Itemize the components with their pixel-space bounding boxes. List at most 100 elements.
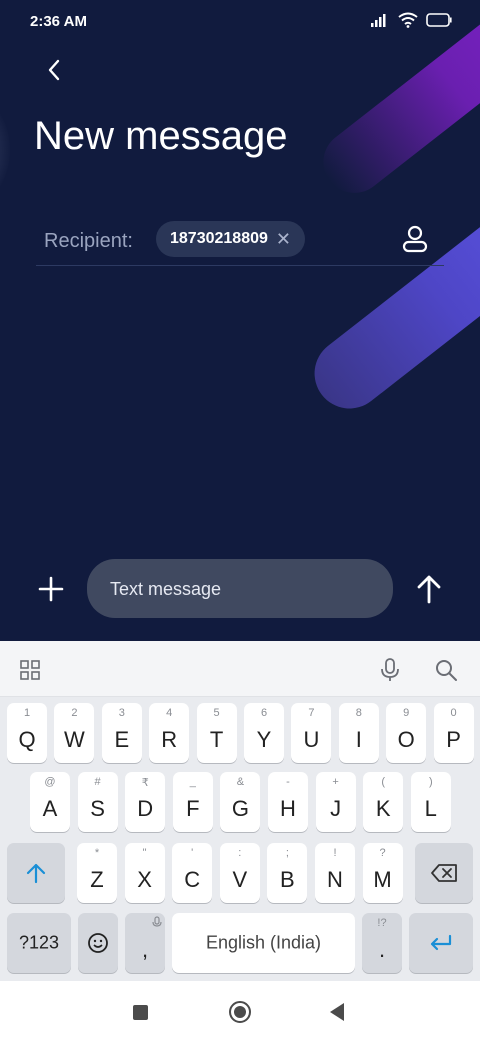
add-attachment-icon[interactable]	[36, 574, 66, 604]
key-hint: 8	[355, 707, 362, 719]
recents-icon[interactable]	[133, 1005, 148, 1020]
key-j[interactable]: + J	[315, 772, 356, 832]
key-hint: #	[94, 776, 101, 788]
key-label: Y	[256, 727, 272, 752]
key-label: J	[330, 796, 342, 821]
key-z[interactable]: * Z	[77, 843, 117, 903]
recipient-chip-number: 18730218809	[170, 230, 268, 247]
message-placeholder: Text message	[110, 579, 222, 599]
key-hint: 2	[71, 707, 78, 719]
back-triangle-icon[interactable]	[330, 1003, 344, 1021]
key-d[interactable]: ₹ D	[125, 772, 166, 832]
key-label: R	[161, 727, 178, 752]
keyboard-toolbar	[0, 641, 480, 697]
key-c[interactable]: ' C	[172, 843, 213, 903]
status-time: 2:36 AM	[30, 13, 87, 30]
key-u[interactable]: 7U	[291, 703, 332, 763]
recipient-chip[interactable]: 18730218809 ✕	[156, 221, 305, 257]
key-label: T	[209, 727, 224, 752]
backspace-icon	[431, 864, 457, 882]
key-v[interactable]: :V	[219, 843, 260, 903]
key-k[interactable]: (K	[363, 772, 404, 832]
key-m[interactable]: ? M	[362, 843, 403, 903]
key-label: O	[397, 727, 415, 752]
enter-icon	[430, 934, 452, 951]
key-y[interactable]: 6Y	[244, 703, 284, 763]
shift-arrow-icon	[26, 863, 46, 884]
key-hint: 7	[308, 707, 315, 719]
shift-key[interactable]	[7, 843, 65, 903]
enter-key[interactable]	[409, 913, 473, 973]
comma-key-label: ,	[141, 937, 149, 962]
key-hint: 4	[166, 707, 173, 719]
backspace-key[interactable]	[415, 843, 473, 903]
key-hint: ;	[285, 847, 289, 859]
back-arrow-icon[interactable]	[40, 55, 70, 85]
key-hint: '	[191, 847, 194, 859]
key-i[interactable]: 8I	[338, 703, 379, 763]
key-label: V	[232, 867, 248, 892]
key-hint: !	[333, 847, 337, 859]
key-g[interactable]: & G	[220, 772, 261, 832]
space-key-label: English (India)	[205, 932, 322, 953]
key-p[interactable]: 0P	[433, 703, 474, 763]
home-icon[interactable]	[229, 1001, 251, 1023]
key-a[interactable]: @ A	[30, 772, 70, 832]
key-l[interactable]: ) L	[410, 772, 451, 832]
comma-key[interactable]: ,	[125, 913, 165, 973]
key-hint: *	[94, 847, 100, 859]
key-r[interactable]: 4R	[149, 703, 190, 763]
apps-grid-icon[interactable]	[20, 660, 40, 680]
key-hint: 0	[450, 707, 457, 719]
period-key-label: .	[378, 937, 386, 962]
emoji-icon	[88, 933, 108, 953]
key-o[interactable]: 9O	[386, 703, 427, 763]
key-label: F	[186, 796, 200, 821]
key-hint: 6	[260, 707, 268, 719]
send-arrow-icon[interactable]	[412, 572, 446, 606]
key-b[interactable]: ; B	[267, 843, 308, 903]
mic-hint-icon	[152, 916, 162, 927]
key-hint: 5	[213, 707, 220, 719]
key-hint: -	[286, 776, 290, 788]
key-e[interactable]: 3E	[101, 703, 142, 763]
key-f[interactable]: _ F	[172, 772, 213, 832]
key-n[interactable]: ! N	[315, 843, 355, 903]
key-q[interactable]: 1Q	[7, 703, 47, 763]
space-key[interactable]: English (India)	[172, 913, 355, 973]
system-nav-bar	[0, 981, 480, 1040]
key-t[interactable]: 5T	[196, 703, 237, 763]
period-key[interactable]: !? .	[362, 913, 402, 973]
key-hint: :	[238, 847, 242, 859]
key-label: S	[90, 796, 105, 821]
emoji-key[interactable]	[78, 913, 118, 973]
key-hint: +	[332, 776, 339, 788]
remove-recipient-icon[interactable]: ✕	[276, 229, 291, 250]
key-hint: ?	[379, 847, 386, 859]
key-h[interactable]: -H	[268, 772, 308, 832]
key-label: H	[280, 796, 296, 821]
signal-icon	[371, 14, 386, 27]
key-label: K	[375, 796, 391, 821]
messaging-screen: 2:36 AM New message Recipient: 187302188…	[0, 0, 480, 641]
key-hint: )	[428, 776, 433, 788]
key-s[interactable]: # S	[77, 772, 118, 832]
on-screen-keyboard: 1Q2W3E4R5T6Y7U8I9O0P @ A # S ₹ D _ F & G - H + J(K) L …	[0, 641, 480, 981]
key-label: X	[137, 867, 152, 892]
page-title: New message	[34, 114, 288, 158]
microphone-icon[interactable]	[380, 658, 400, 682]
symbols-key-label: ?123	[18, 932, 60, 953]
key-w[interactable]: 2W	[54, 703, 95, 763]
message-input[interactable]: Text message	[87, 559, 393, 618]
search-icon[interactable]	[434, 658, 458, 682]
key-label: Q	[18, 727, 36, 752]
recipient-field[interactable]: Recipient: 18730218809 ✕	[36, 218, 444, 266]
key-label: G	[231, 796, 249, 821]
wifi-icon	[398, 12, 418, 28]
key-label: C	[184, 867, 201, 892]
contact-picker-icon[interactable]	[400, 224, 430, 254]
key-x[interactable]: " X	[124, 843, 165, 903]
symbols-key[interactable]: ?123	[7, 913, 71, 973]
key-label: W	[64, 727, 85, 752]
key-hint: "	[142, 847, 147, 859]
